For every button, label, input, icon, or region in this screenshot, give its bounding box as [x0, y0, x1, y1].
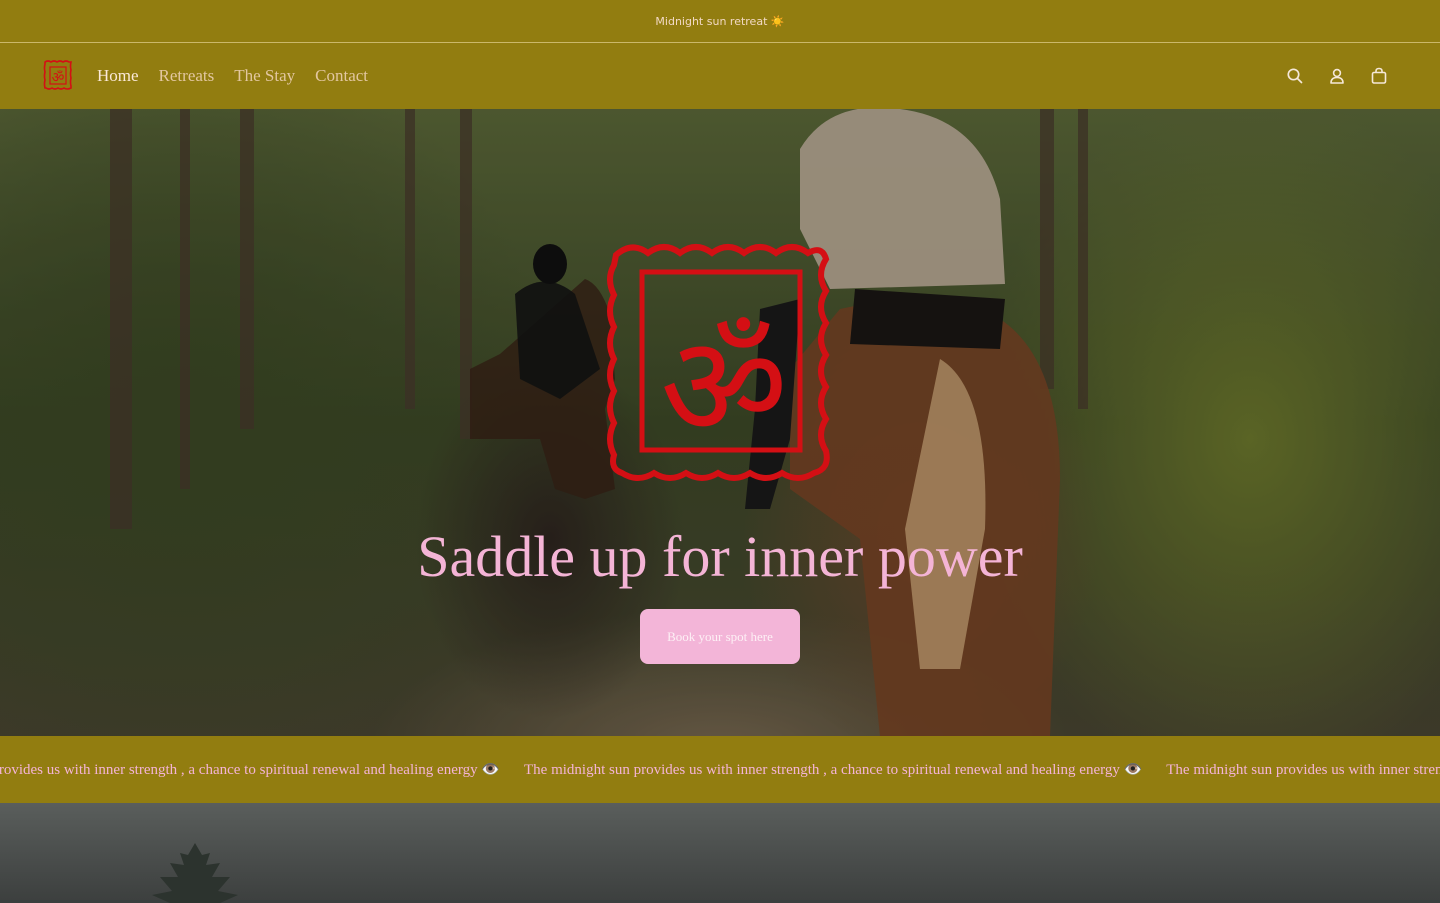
- pine-tree-silhouette: [152, 843, 238, 903]
- nav-the-stay[interactable]: The Stay: [234, 66, 295, 86]
- lower-section-image: [0, 803, 1440, 903]
- nav-retreats[interactable]: Retreats: [159, 66, 215, 86]
- marquee-item: The midnight sun provides us with inner …: [524, 762, 1143, 778]
- cart-icon[interactable]: [1370, 67, 1388, 85]
- account-icon[interactable]: [1328, 67, 1346, 85]
- announcement-bar: Midnight sun retreat ☀️: [0, 0, 1440, 43]
- marquee-track: nlight sun provides us with inner streng…: [0, 736, 1440, 803]
- marquee-item: The midnight sun provides us with inner …: [1166, 762, 1440, 778]
- header-icons: [1286, 43, 1388, 109]
- header-logo[interactable]: ॐ: [43, 59, 73, 91]
- book-spot-button[interactable]: Book your spot here: [640, 609, 800, 664]
- marquee-banner: nlight sun provides us with inner streng…: [0, 736, 1440, 803]
- svg-text:ॐ: ॐ: [660, 306, 788, 469]
- svg-text:ॐ: ॐ: [52, 70, 65, 86]
- nav-home[interactable]: Home: [97, 66, 139, 86]
- nav-contact[interactable]: Contact: [315, 66, 368, 86]
- om-horseshoe-logo-icon: ॐ: [43, 60, 73, 90]
- hero-title: Saddle up for inner power: [417, 524, 1023, 589]
- main-nav: Home Retreats The Stay Contact: [97, 43, 368, 109]
- hero-banner: ॐ Saddle up for inner power Book your sp…: [0, 109, 1440, 736]
- marquee-item: nlight sun provides us with inner streng…: [0, 762, 501, 778]
- announcement-text: Midnight sun retreat ☀️: [655, 14, 785, 28]
- om-horseshoe-emblem-icon: ॐ: [607, 244, 830, 481]
- site-header: ॐ Home Retreats The Stay Contact: [0, 43, 1440, 109]
- search-icon[interactable]: [1286, 67, 1304, 85]
